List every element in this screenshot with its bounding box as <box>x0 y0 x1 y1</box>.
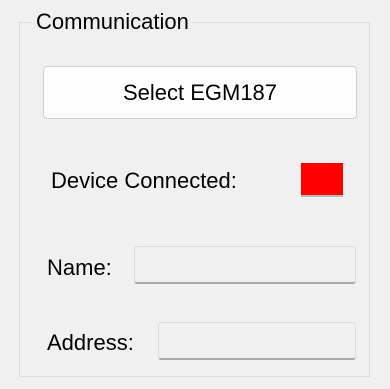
address-label: Address: <box>47 330 134 355</box>
groupbox-title: Communication <box>32 8 193 36</box>
select-device-button[interactable]: Select EGM187 <box>43 66 357 119</box>
address-field[interactable] <box>158 322 356 360</box>
connection-status-indicator <box>301 163 343 197</box>
device-connected-label: Device Connected: <box>51 168 237 193</box>
communication-panel: Communication Select EGM187 Device Conne… <box>0 0 390 389</box>
name-field[interactable] <box>134 246 356 284</box>
name-label: Name: <box>47 255 112 280</box>
